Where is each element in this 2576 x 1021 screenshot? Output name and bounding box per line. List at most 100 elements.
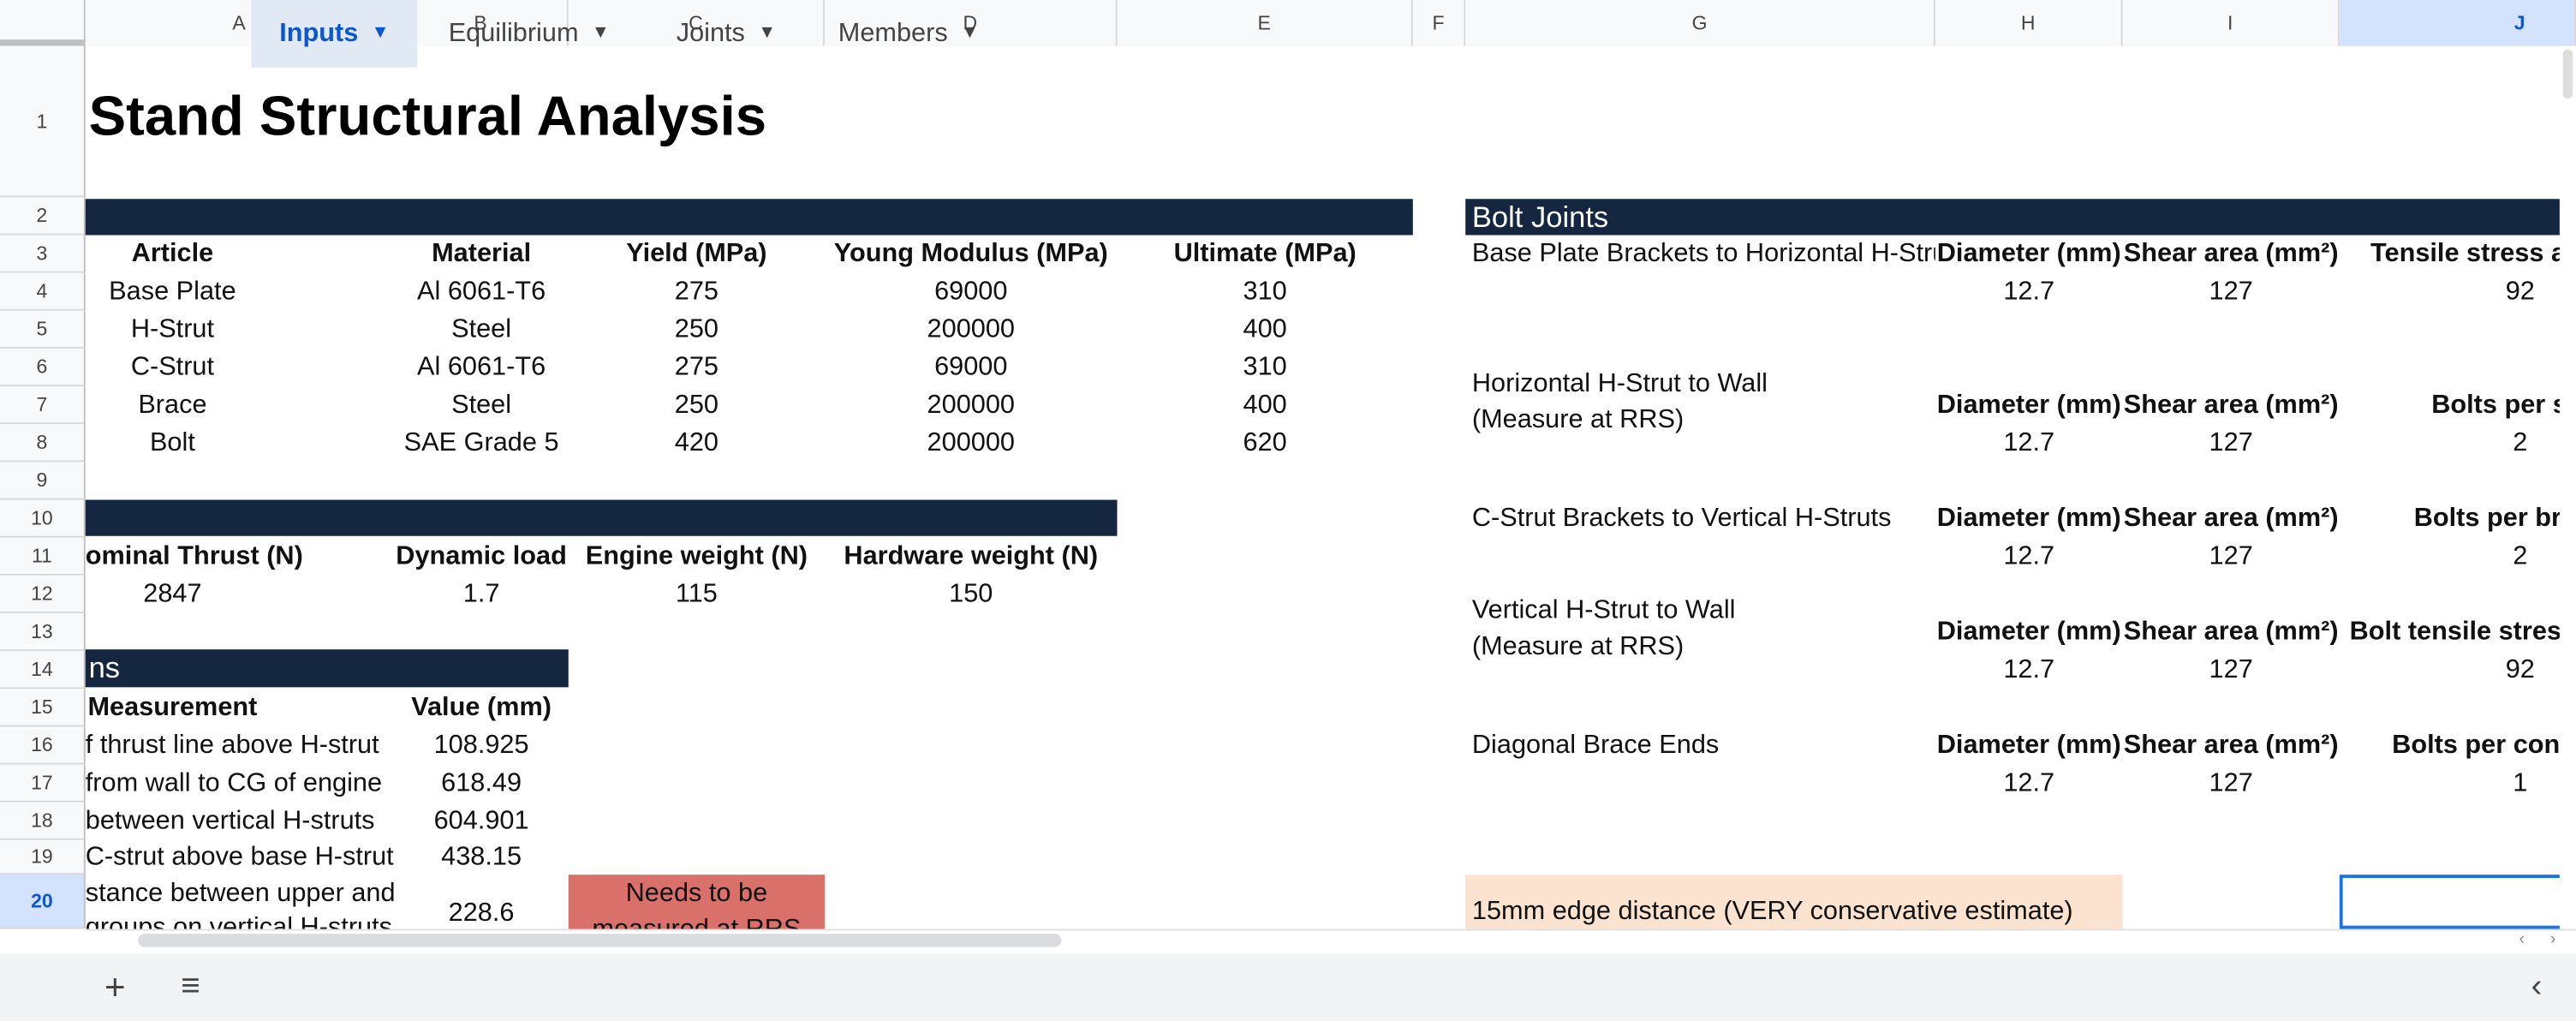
material-material[interactable]: Steel [394,311,568,349]
material-article[interactable]: Bolt [86,424,259,462]
tab-joints[interactable]: Joints ▼ [647,0,805,68]
horizontal-scrollbar-thumb[interactable] [138,934,1062,947]
material-material[interactable]: Al 6061-T6 [394,349,568,386]
joint-shear-value[interactable]: 127 [2123,538,2340,576]
measurement-label[interactable]: between vertical H-struts [86,803,395,840]
material-young[interactable]: 200000 [825,386,1117,424]
material-article[interactable]: Brace [86,386,259,424]
row-header-8[interactable]: 8 [0,424,86,463]
material-young[interactable]: 69000 [825,349,1117,386]
nominal-thrust-value[interactable]: 2847 [86,576,259,613]
scroll-right-arrow-icon[interactable]: › [2538,929,2568,952]
column-header-e[interactable]: E [1117,0,1413,46]
row-header-9[interactable]: 9 [0,462,86,500]
joint-group-name[interactable]: Vertical H-Strut to Wall (Measure at RRS… [1472,594,1935,666]
column-header-g[interactable]: G [1465,0,1935,46]
column-header-f[interactable]: F [1412,0,1466,46]
joint-diameter-value[interactable]: 12.7 [1935,765,2123,803]
row-header-4[interactable]: 4 [0,272,86,311]
measurement-value[interactable]: 604.901 [394,803,568,840]
joint-group-name[interactable]: Horizontal H-Strut to Wall (Measure at R… [1472,367,1935,439]
material-yield[interactable]: 420 [569,424,825,462]
material-yield[interactable]: 275 [569,273,825,311]
joint-shear-value[interactable]: 127 [2123,424,2340,462]
row-header-7[interactable]: 7 [0,386,86,425]
dynamic-load-value[interactable]: 1.7 [394,576,568,613]
row-header-5[interactable]: 5 [0,310,86,349]
row-header-1[interactable]: 1 [0,45,86,198]
material-material[interactable]: Al 6061-T6 [394,273,568,311]
column-header-j[interactable]: J [2339,0,2576,46]
chevron-down-icon[interactable]: ▼ [592,1,610,69]
measurement-label[interactable]: stance between upper and groups on verti… [86,876,395,929]
measurement-label[interactable]: C-strut above base H-struts [86,839,395,876]
row-header-15[interactable]: 15 [0,689,86,727]
chevron-down-icon[interactable]: ▼ [758,1,776,69]
measurement-label[interactable]: f thrust line above H-strut [86,726,395,764]
row-header-6[interactable]: 6 [0,348,86,387]
material-yield[interactable]: 250 [569,386,825,424]
joint-diameter-value[interactable]: 12.7 [1935,651,2123,689]
measurement-label[interactable]: from wall to CG of engine [86,765,395,803]
scroll-left-arrow-icon[interactable]: ‹ [2507,929,2537,952]
material-young[interactable]: 200000 [825,424,1117,462]
joint-group-name[interactable]: Base Plate Brackets to Horizontal H-Stru… [1472,235,1935,272]
engine-weight-value[interactable]: 115 [569,576,825,613]
column-header-i[interactable]: I [2122,0,2340,46]
material-article[interactable]: Base Plate [86,273,259,311]
joint-shear-value[interactable]: 127 [2123,651,2340,689]
material-ultimate[interactable]: 310 [1118,273,1413,311]
row-header-17[interactable]: 17 [0,764,86,803]
joint-shear-value[interactable]: 127 [2123,765,2340,803]
edge-note[interactable]: 15mm edge distance (VERY conservative es… [1472,893,2123,930]
row-header-19[interactable]: 19 [0,839,86,875]
tab-equilibrium[interactable]: Equilibrium ▼ [417,0,641,68]
joint-diameter-value[interactable]: 12.7 [1935,424,2123,462]
measurement-value[interactable]: 618.49 [394,765,568,803]
material-ultimate[interactable]: 400 [1118,311,1413,349]
row-header-10[interactable]: 10 [0,499,86,538]
row-header-18[interactable]: 18 [0,802,86,840]
joint-diameter-value[interactable]: 12.7 [1935,538,2123,576]
material-ultimate[interactable]: 400 [1118,386,1413,424]
material-ultimate[interactable]: 310 [1118,349,1413,386]
measurement-value[interactable]: 438.15 [394,839,568,876]
measurement-value[interactable]: 108.925 [394,726,568,764]
joint-diameter-value[interactable]: 12.7 [1935,273,2123,311]
joint-group-name[interactable]: Diagonal Brace Ends [1472,726,1935,764]
row-header-2[interactable]: 2 [0,197,86,236]
material-article[interactable]: C-Strut [86,349,259,386]
row-header-14[interactable]: 14 [0,651,86,690]
row-header-16[interactable]: 16 [0,726,86,765]
tab-members[interactable]: Members ▼ [812,0,1005,68]
material-article[interactable]: H-Strut [86,311,259,349]
material-yield[interactable]: 275 [569,349,825,386]
material-yield[interactable]: 250 [569,311,825,349]
row-header-3[interactable]: 3 [0,235,86,273]
needs-measure-note[interactable]: Needs to be measured at RRS [569,876,825,929]
material-ultimate[interactable]: 620 [1118,424,1413,462]
add-sheet-icon[interactable]: + [92,953,138,1021]
measurement-value[interactable]: 228.6 [394,894,568,932]
tab-inputs[interactable]: Inputs ▼ [251,0,418,69]
vertical-scrollbar[interactable] [2559,45,2576,929]
hardware-weight-value[interactable]: 150 [825,576,1117,613]
selected-cell-j20[interactable] [2339,875,2576,929]
row-header-12[interactable]: 12 [0,575,86,613]
column-header-h[interactable]: H [1935,0,2123,46]
select-all-corner[interactable] [0,0,86,46]
material-material[interactable]: SAE Grade 5 [394,424,568,462]
material-young[interactable]: 200000 [825,311,1117,349]
chevron-down-icon[interactable]: ▼ [961,1,979,69]
chevron-down-icon[interactable]: ▼ [372,1,390,69]
material-material[interactable]: Steel [394,386,568,424]
vertical-scrollbar-thumb[interactable] [2562,49,2573,99]
joint-group-name[interactable]: C-Strut Brackets to Vertical H-Struts [1472,500,1935,538]
all-sheets-menu-icon[interactable]: ≡ [168,953,214,1021]
row-header-11[interactable]: 11 [0,537,86,576]
row-header-20[interactable]: 20 [0,875,86,929]
joint-shear-value[interactable]: 127 [2123,273,2340,311]
material-young[interactable]: 69000 [825,273,1117,311]
row-header-13[interactable]: 13 [0,612,86,652]
collapse-sidepanel-icon[interactable]: ‹ [2517,953,2556,1021]
